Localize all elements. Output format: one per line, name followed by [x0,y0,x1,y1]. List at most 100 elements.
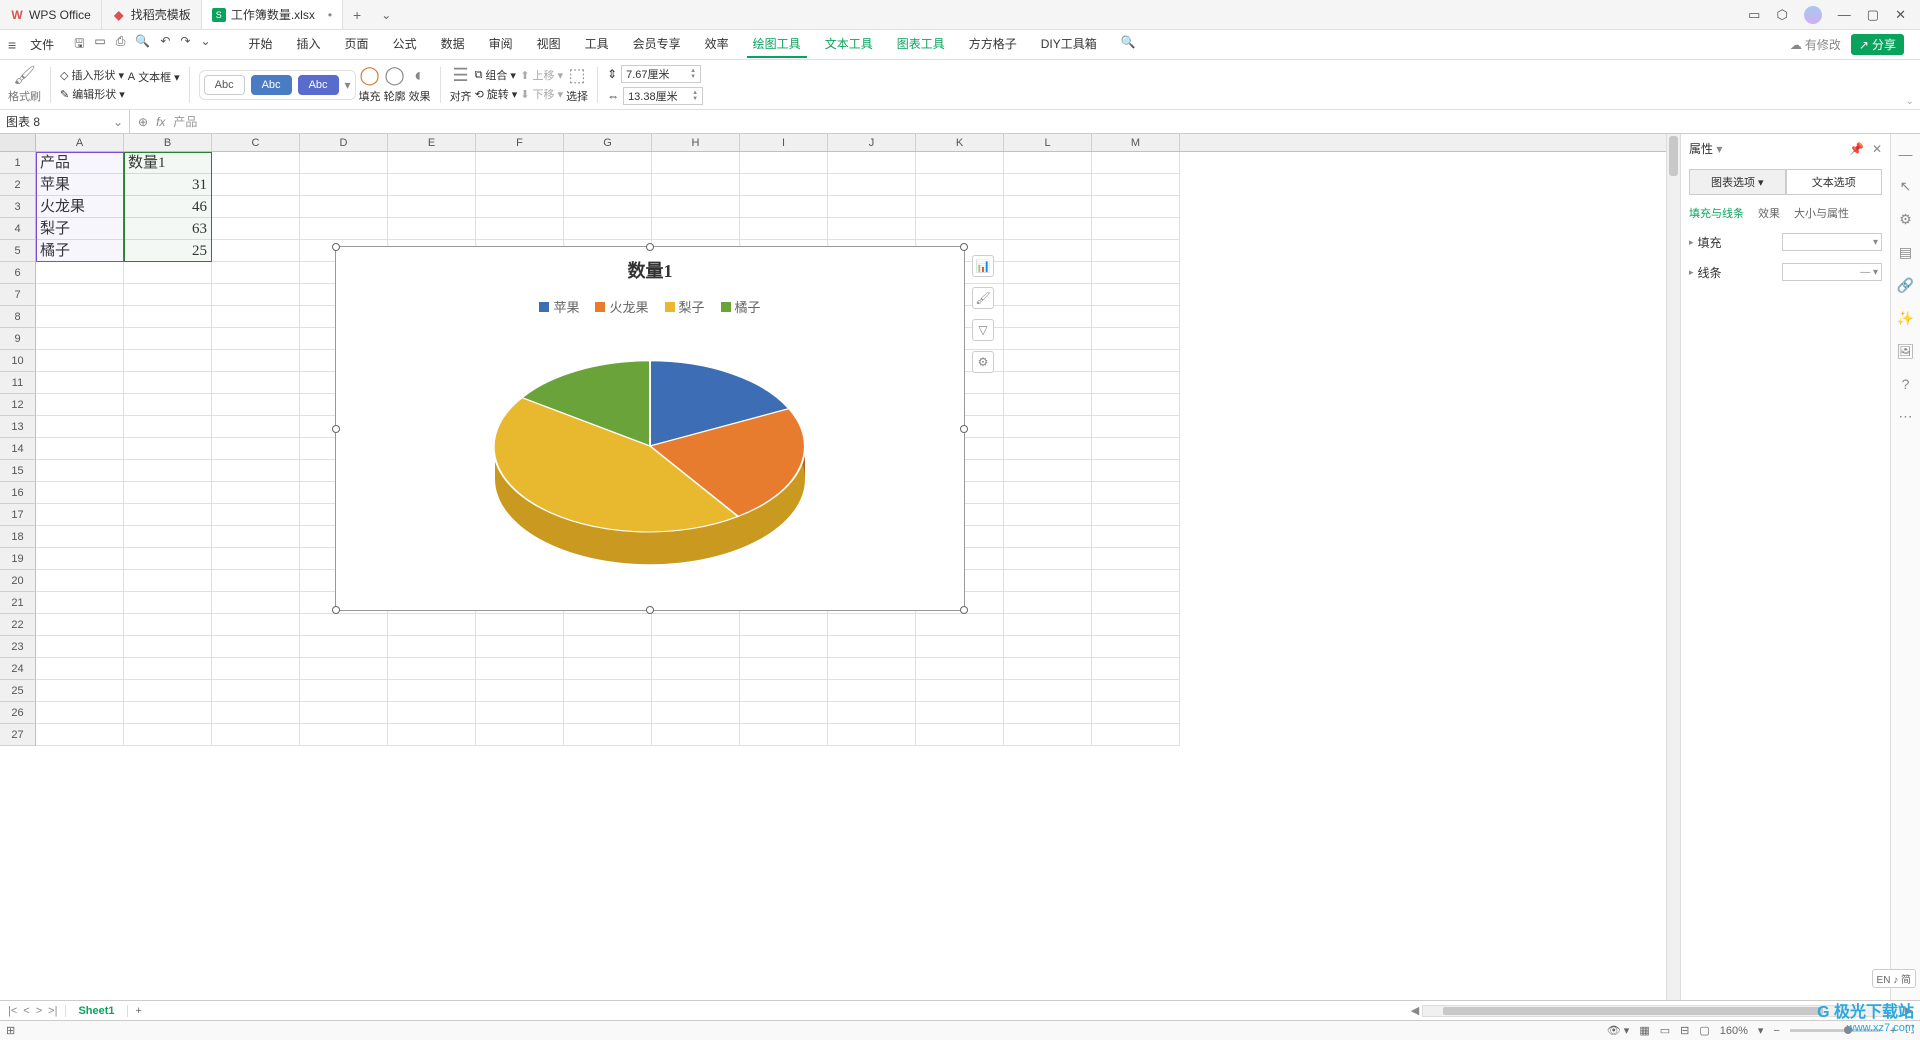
column-header[interactable]: D [300,134,388,151]
close-panel-icon[interactable]: ✕ [1872,142,1882,156]
row-header[interactable]: 13 [0,416,36,438]
cell[interactable] [36,438,124,460]
cell[interactable] [388,636,476,658]
cell[interactable]: 46 [124,196,212,218]
height-input[interactable]: 7.67厘米▲▼ [621,65,701,83]
cell[interactable] [828,702,916,724]
cell[interactable] [124,658,212,680]
cell[interactable] [1004,614,1092,636]
cell[interactable] [1004,724,1092,746]
cell[interactable] [1092,372,1180,394]
cell[interactable] [212,482,300,504]
cell[interactable] [476,196,564,218]
cell[interactable] [124,702,212,724]
cell[interactable] [916,152,1004,174]
app-tab-wps[interactable]: W WPS Office [0,0,102,29]
has-modify-button[interactable]: ☁有修改 [1790,36,1841,53]
redo-icon[interactable]: ↷ [180,34,190,55]
cell[interactable] [476,680,564,702]
cell[interactable] [1092,350,1180,372]
cell[interactable] [1092,658,1180,680]
cell[interactable] [1092,174,1180,196]
cell[interactable] [564,614,652,636]
cell[interactable]: 数量1 [124,152,212,174]
cell[interactable] [36,702,124,724]
chart-legend[interactable]: 苹果 火龙果 梨子 橘子 [336,297,964,316]
fx-icon[interactable]: fx [156,115,165,129]
cell[interactable] [916,636,1004,658]
row-header[interactable]: 5 [0,240,36,262]
cell[interactable] [564,724,652,746]
cell[interactable] [564,218,652,240]
cell[interactable] [564,174,652,196]
cell[interactable] [1004,438,1092,460]
cell[interactable] [36,460,124,482]
cell[interactable] [740,218,828,240]
cell[interactable] [1004,394,1092,416]
help-tool-icon[interactable]: ? [1902,376,1910,392]
cell[interactable] [388,680,476,702]
move-down-button[interactable]: ⬇下移 ▾ [520,86,563,102]
row-header[interactable]: 6 [0,262,36,284]
new-tab-button[interactable]: + [343,7,371,23]
fx-expand-icon[interactable]: ⊕ [138,115,148,129]
cell[interactable] [300,152,388,174]
cell[interactable] [388,724,476,746]
fill-button[interactable]: ◯填充 [359,65,381,104]
cell[interactable] [564,658,652,680]
cell[interactable] [1004,482,1092,504]
cell[interactable] [828,174,916,196]
column-header[interactable]: A [36,134,124,151]
cell[interactable] [652,196,740,218]
window-close-icon[interactable]: ✕ [1895,7,1906,23]
cell[interactable] [300,218,388,240]
tab-page[interactable]: 页面 [339,31,375,58]
subtab-fill-line[interactable]: 填充与线条 [1689,205,1744,221]
view-read-icon[interactable]: ▢ [1699,1024,1709,1037]
cell[interactable] [36,416,124,438]
cell[interactable] [476,658,564,680]
cell[interactable] [212,372,300,394]
cell[interactable] [476,218,564,240]
tab-chart-tools[interactable]: 图表工具 [891,31,951,58]
align-button[interactable]: ☰对齐 [450,65,472,104]
hscroll-left-icon[interactable]: ◀ [1408,1004,1422,1017]
cell[interactable] [388,196,476,218]
cell[interactable] [212,438,300,460]
fullscreen-icon[interactable]: ⛶ [1906,1024,1914,1037]
cell[interactable] [1092,680,1180,702]
cell[interactable] [124,372,212,394]
cell[interactable] [652,680,740,702]
cell[interactable] [124,548,212,570]
subtab-effect[interactable]: 效果 [1758,205,1780,221]
cell[interactable] [300,702,388,724]
cell[interactable] [1092,570,1180,592]
cell[interactable] [124,614,212,636]
cell[interactable] [1092,724,1180,746]
insert-shape-button[interactable]: ◇插入形状 ▾ [60,67,125,83]
file-menu[interactable]: 文件 [24,34,60,55]
group-button[interactable]: ⧉组合 ▾ [475,67,518,83]
cell[interactable] [212,614,300,636]
tab-ffgz[interactable]: 方方格子 [963,31,1023,58]
zoom-dropdown-icon[interactable]: ▾ [1758,1024,1764,1037]
cell[interactable] [212,218,300,240]
cell[interactable] [740,702,828,724]
cell[interactable] [1092,504,1180,526]
cell[interactable] [1092,614,1180,636]
qat-dropdown-icon[interactable]: ⌄ [200,34,210,55]
cell[interactable] [1092,482,1180,504]
row-header[interactable]: 14 [0,438,36,460]
tab-review[interactable]: 审阅 [483,31,519,58]
cell[interactable] [36,284,124,306]
cell[interactable] [36,680,124,702]
cell[interactable]: 产品 [36,152,124,174]
cell[interactable] [36,504,124,526]
cell[interactable] [1092,702,1180,724]
cell[interactable] [212,416,300,438]
cell[interactable] [652,614,740,636]
cell[interactable] [916,174,1004,196]
column-header[interactable]: K [916,134,1004,151]
cell[interactable] [1004,262,1092,284]
tab-view[interactable]: 视图 [531,31,567,58]
